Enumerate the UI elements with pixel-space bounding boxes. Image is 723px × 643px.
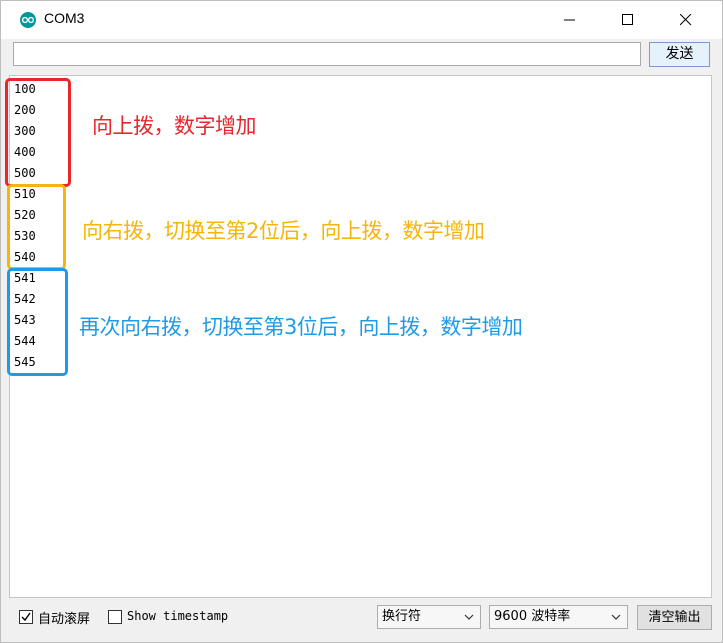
status-bar: 自动滚屏 Show timestamp 换行符 9600 波特率 清空输出 [1,601,722,642]
send-input[interactable] [13,42,641,66]
timestamp-label: Show timestamp [127,609,229,623]
clear-output-button[interactable]: 清空输出 [637,605,712,630]
line-ending-select[interactable]: 换行符 [377,605,481,629]
annotation-yellow: 向右拨，切换至第2位后，向上拨，数字增加 [82,219,485,243]
minimize-button[interactable] [541,1,599,39]
annotation-blue: 再次向右拨，切换至第3位后，向上拨，数字增加 [79,315,523,339]
autoscroll-checkbox[interactable] [19,610,33,624]
send-bar: 发送 [1,39,722,75]
autoscroll-label: 自动滚屏 [38,612,91,627]
window-title: COM3 [44,10,85,26]
serial-output[interactable]: 100 200 300 400 500 510 520 530 540 541 542 543 544 5… [5,75,712,598]
maximize-button[interactable] [599,1,657,39]
baud-rate-select[interactable]: 9600 波特率 [489,605,628,629]
red-highlight-box [5,78,71,187]
baud-rate-value: 9600 波特率 [494,609,571,624]
yellow-highlight-box [7,184,66,270]
chevron-down-icon [464,614,474,620]
arduino-icon [20,12,36,28]
timestamp-checkbox[interactable] [108,610,122,624]
blue-highlight-box [7,268,68,376]
line-ending-value: 换行符 [382,609,422,624]
minimize-icon [564,19,575,21]
close-button[interactable] [657,1,715,39]
serial-monitor-window: COM3 发送 100 200 300 400 500 510 520 530 540 541 54… [0,0,723,643]
chevron-down-icon [611,614,621,620]
maximize-icon [622,14,633,25]
send-button[interactable]: 发送 [649,42,710,67]
checkmark-icon [21,612,31,622]
annotation-red: 向上拨，数字增加 [92,114,257,138]
close-icon [680,14,692,26]
title-bar: COM3 [1,1,722,39]
